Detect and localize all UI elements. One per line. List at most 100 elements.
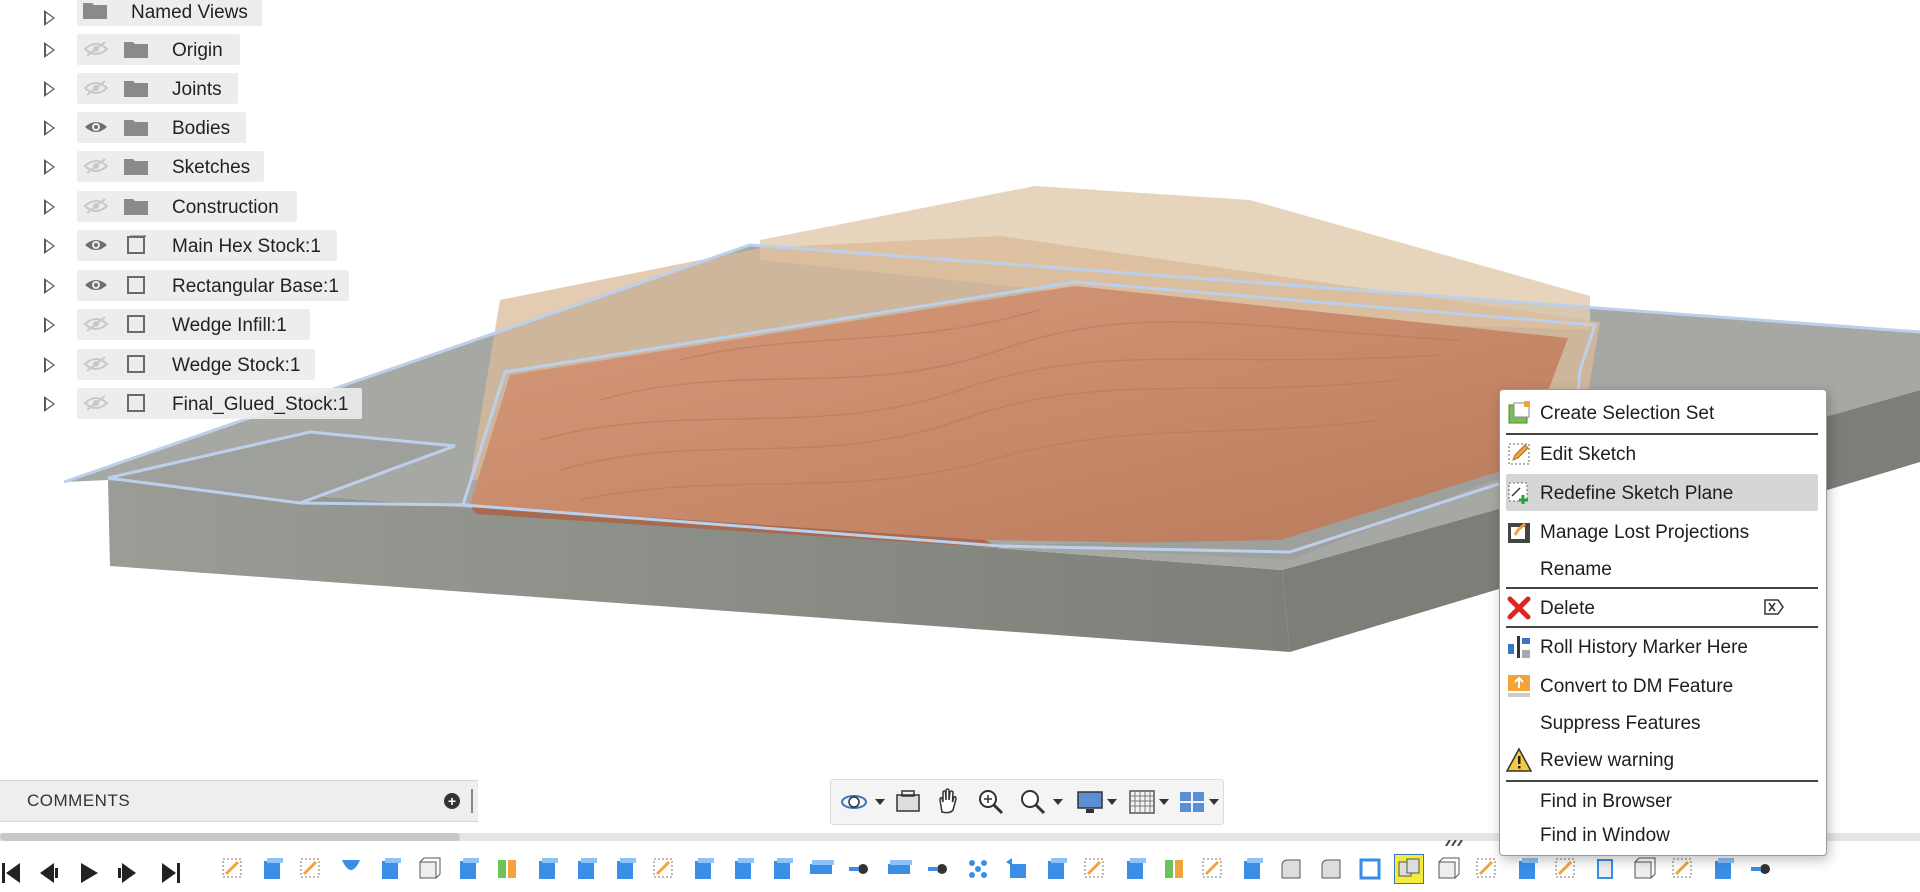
zoom-button[interactable] [975,786,1005,818]
timeline-feature-extrude-icon[interactable] [1708,854,1738,884]
eye-hidden-icon[interactable] [83,315,109,333]
browser-row-final-glued-stock[interactable]: Final_Glued_Stock:1 [0,386,380,425]
timeline-feature-component-icon[interactable] [1590,854,1620,884]
timeline-feature-sketch-icon[interactable] [218,854,248,884]
timeline-feature-joint-icon[interactable] [845,854,875,884]
browser-row-rectangular-base[interactable]: Rectangular Base:1 [0,268,380,307]
timeline-feature-extrude-icon[interactable] [571,854,601,884]
step-back-icon[interactable] [36,860,62,886]
timeline-feature-extrude-icon[interactable] [728,854,758,884]
panel-grip-icon[interactable] [471,789,473,813]
menu-item-edit-sketch[interactable]: Edit Sketch [1506,435,1818,472]
timeline-feature-sketch-icon[interactable] [1668,854,1698,884]
menu-item-review-warning[interactable]: Review warning [1506,741,1818,778]
display-settings-button[interactable] [1075,786,1105,818]
timeline-feature-extrude-icon[interactable] [1237,854,1267,884]
chevron-down-icon[interactable] [875,799,885,805]
timeline-feature-sketch-icon[interactable] [1198,854,1228,884]
step-forward-icon[interactable] [114,860,140,886]
timeline-feature-extrude-icon[interactable] [257,854,287,884]
timeline-feature-shell-icon[interactable] [1355,854,1385,884]
timeline-feature-slab-icon[interactable] [884,854,914,884]
menu-item-create-selection-set[interactable]: Create Selection Set [1506,394,1818,431]
browser-row-wedge-stock[interactable]: Wedge Stock:1 [0,347,360,386]
timeline-feature-sketch-icon[interactable] [1472,854,1502,884]
go-to-end-icon[interactable] [160,860,186,886]
menu-item-find-in-browser[interactable]: Find in Browser [1506,782,1818,819]
expand-triangle-icon[interactable] [44,317,55,333]
timeline-feature-sketch-icon[interactable] [296,854,326,884]
timeline-feature-fillet-icon[interactable] [1316,854,1346,884]
viewports-button[interactable] [1177,786,1207,818]
timeline-feature-joint-icon[interactable] [1747,854,1777,884]
expand-triangle-icon[interactable] [44,120,55,136]
menu-item-delete[interactable]: Delete [1506,589,1818,626]
menu-item-redefine-sketch-plane[interactable]: Redefine Sketch Plane [1506,474,1818,511]
timeline-feature-box-icon[interactable] [1629,854,1659,884]
timeline-feature-box-icon[interactable] [414,854,444,884]
expand-triangle-icon[interactable] [44,81,55,97]
eye-hidden-icon[interactable] [83,394,109,412]
timeline-feature-sketch-icon[interactable] [1080,854,1110,884]
timeline-feature-extrude-icon[interactable] [375,854,405,884]
zoom-window-button[interactable] [1017,786,1047,818]
timeline-feature-split-icon[interactable] [492,854,522,884]
timeline-feature-extrude-icon[interactable] [1120,854,1150,884]
timeline-feature-box-icon[interactable] [1433,854,1463,884]
browser-row-construction[interactable]: Construction [0,189,320,228]
go-to-start-icon[interactable] [0,860,22,886]
chevron-down-icon[interactable] [1209,799,1219,805]
timeline-feature-extrude-icon[interactable] [1041,854,1071,884]
timeline-feature-split-icon[interactable] [1159,854,1189,884]
eye-visible-icon[interactable] [83,118,109,136]
look-at-button[interactable] [893,786,923,818]
expand-triangle-icon[interactable] [44,278,55,294]
scrollbar-thumb[interactable] [0,833,460,841]
timeline-feature-fillet-icon[interactable] [1276,854,1306,884]
eye-hidden-icon[interactable] [83,197,109,215]
menu-item-rename[interactable]: Rename [1506,550,1818,587]
browser-row-wedge-infill[interactable]: Wedge Infill:1 [0,307,360,346]
browser-row-bodies[interactable]: Bodies [0,110,300,149]
pan-button[interactable] [933,786,963,818]
timeline-feature-sketch-icon[interactable] [1551,854,1581,884]
grid-settings-button[interactable] [1127,786,1157,818]
eye-visible-icon[interactable] [83,276,109,294]
expand-triangle-icon[interactable] [44,357,55,373]
browser-row-sketches[interactable]: Sketches [0,149,300,188]
eye-hidden-icon[interactable] [83,79,109,97]
timeline-feature-pattern-icon[interactable] [963,854,993,884]
menu-item-roll-history-marker[interactable]: Roll History Marker Here [1506,628,1818,665]
timeline-feature-extrude-icon[interactable] [453,854,483,884]
timeline-feature-extrude-icon[interactable] [610,854,640,884]
menu-item-manage-lost-projections[interactable]: Manage Lost Projections [1506,513,1818,550]
comments-panel[interactable]: COMMENTS + [0,780,478,822]
expand-triangle-icon[interactable] [44,396,55,412]
expand-triangle-icon[interactable] [44,159,55,175]
play-icon[interactable] [76,860,102,886]
menu-item-suppress-features[interactable]: Suppress Features [1506,704,1818,741]
expand-triangle-icon[interactable] [44,10,55,26]
timeline-feature-extrude-icon[interactable] [688,854,718,884]
eye-hidden-icon[interactable] [83,355,109,373]
timeline-feature-extrude-icon[interactable] [767,854,797,884]
timeline-feature-joint-icon[interactable] [924,854,954,884]
chevron-down-icon[interactable] [1053,799,1063,805]
eye-hidden-icon[interactable] [83,157,109,175]
expand-triangle-icon[interactable] [44,199,55,215]
timeline-feature-revolve-icon[interactable] [336,854,366,884]
eye-hidden-icon[interactable] [83,40,109,58]
timeline-feature-extrude-icon[interactable] [532,854,562,884]
timeline-feature-move-icon[interactable] [1002,854,1032,884]
orbit-button[interactable] [839,786,869,818]
timeline-feature-sketch-icon[interactable] [649,854,679,884]
chevron-down-icon[interactable] [1159,799,1169,805]
expand-triangle-icon[interactable] [44,42,55,58]
chevron-down-icon[interactable] [1107,799,1117,805]
menu-item-find-in-window[interactable]: Find in Window [1506,816,1818,853]
timeline-feature-combine-icon[interactable] [1394,854,1424,884]
browser-row-joints[interactable]: Joints [0,71,300,110]
expand-triangle-icon[interactable] [44,238,55,254]
eye-visible-icon[interactable] [83,236,109,254]
add-comment-icon[interactable]: + [444,793,460,809]
